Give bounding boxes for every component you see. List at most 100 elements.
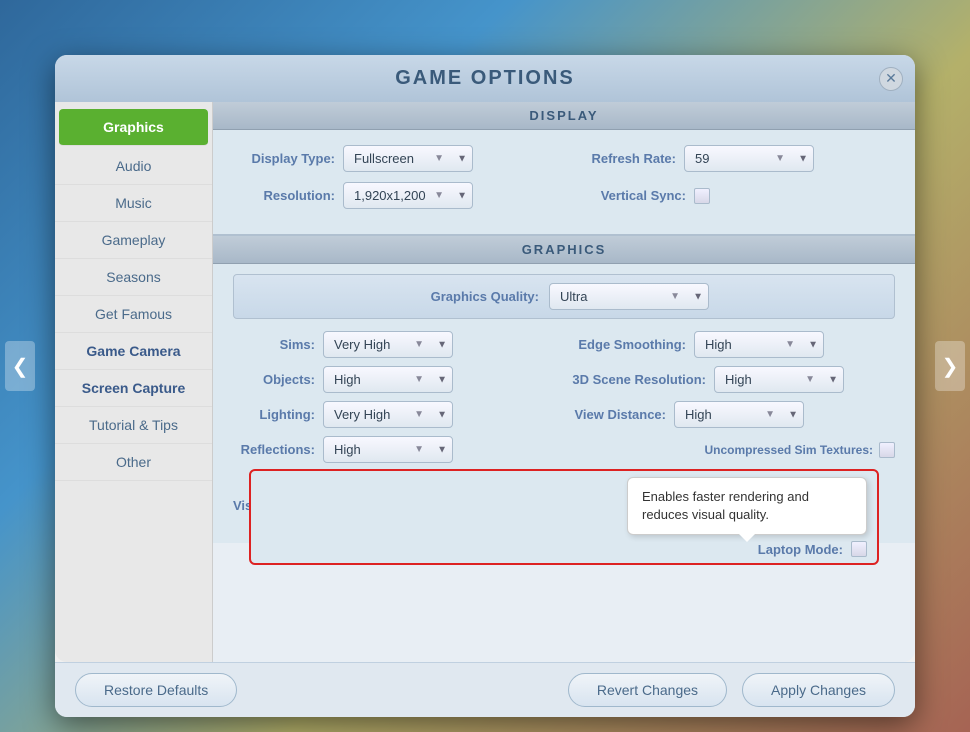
reflections-group: Reflections: High ▼ <box>233 436 453 463</box>
visual-effects-and-tooltip: Enables faster rendering and reduces vis… <box>261 477 867 557</box>
refresh-rate-label: Refresh Rate: <box>574 151 684 166</box>
resolution-select-wrapper[interactable]: 1,920x1,200 ▼ <box>343 182 473 209</box>
resolution-label: Resolution: <box>233 188 343 203</box>
resolution-group: Resolution: 1,920x1,200 ▼ <box>233 182 554 209</box>
sidebar-item-screen-capture[interactable]: Screen Capture <box>55 370 212 407</box>
refresh-rate-group: Refresh Rate: 59 ▼ <box>574 145 895 172</box>
dropdown-arrow-icon: ▼ <box>414 444 424 455</box>
dialog-title-bar: Game Options ✕ <box>55 55 915 102</box>
sidebar-item-game-camera[interactable]: Game Camera <box>55 333 212 370</box>
sidebar-item-graphics[interactable]: Graphics <box>59 109 208 146</box>
refresh-rate-select-wrapper[interactable]: 59 ▼ <box>684 145 814 172</box>
laptop-mode-checkbox[interactable] <box>851 541 867 557</box>
tooltip-row: Enables faster rendering and reduces vis… <box>261 477 867 557</box>
tooltip-container: Enables faster rendering and reduces vis… <box>261 477 867 535</box>
scene-resolution-label: 3D Scene Resolution: <box>569 372 714 387</box>
display-section-header: Display <box>213 102 915 130</box>
reflections-label: Reflections: <box>233 442 323 457</box>
objects-select[interactable]: High ▼ <box>323 366 453 393</box>
graphics-two-col: Sims: Very High ▼ Edge Smoothing: <box>233 331 895 428</box>
reflections-select[interactable]: High ▼ <box>323 436 453 463</box>
scene-resolution-select-wrapper[interactable]: High ▼ <box>714 366 844 393</box>
sidebar-item-gameplay[interactable]: Gameplay <box>55 222 212 259</box>
dropdown-arrow-icon: ▼ <box>805 374 815 385</box>
sidebar-item-other[interactable]: Other <box>55 444 212 481</box>
dialog-title: Game Options <box>75 67 895 90</box>
sidebar-item-seasons[interactable]: Seasons <box>55 259 212 296</box>
refresh-rate-select[interactable]: 59 ▼ <box>684 145 814 172</box>
graphics-settings: Graphics Quality: Ultra ▼ Sims: <box>213 264 915 543</box>
resolution-row: Resolution: 1,920x1,200 ▼ Vertical Sync: <box>233 182 895 209</box>
reflections-select-wrapper[interactable]: High ▼ <box>323 436 453 463</box>
objects-select-wrapper[interactable]: High ▼ <box>323 366 453 393</box>
tooltip-box: Enables faster rendering and reduces vis… <box>627 477 867 535</box>
view-distance-select[interactable]: High ▼ <box>674 401 804 428</box>
graphics-section-header: Graphics <box>213 236 915 264</box>
dropdown-arrow-icon: ▼ <box>775 153 785 164</box>
revert-changes-button[interactable]: Revert Changes <box>568 673 727 707</box>
sims-select[interactable]: Very High ▼ <box>323 331 453 358</box>
footer-right-buttons: Revert Changes Apply Changes <box>568 673 895 707</box>
sidebar-item-tutorial-tips[interactable]: Tutorial & Tips <box>55 407 212 444</box>
quality-select-wrapper[interactable]: Ultra ▼ <box>549 283 709 310</box>
dropdown-arrow-icon: ▼ <box>434 190 444 201</box>
reflections-row: Reflections: High ▼ Uncompressed Sim Tex… <box>233 436 895 463</box>
sims-select-wrapper[interactable]: Very High ▼ <box>323 331 453 358</box>
nav-arrow-right[interactable]: ❯ <box>935 341 965 391</box>
view-distance-label: View Distance: <box>569 407 674 422</box>
nav-arrow-left[interactable]: ❮ <box>5 341 35 391</box>
laptop-mode-label: Laptop Mode: <box>758 542 851 557</box>
apply-changes-button[interactable]: Apply Changes <box>742 673 895 707</box>
edge-smoothing-label: Edge Smoothing: <box>569 337 694 352</box>
edge-smoothing-select-wrapper[interactable]: High ▼ <box>694 331 824 358</box>
quality-label: Graphics Quality: <box>419 289 549 304</box>
game-options-dialog: Game Options ✕ Graphics Audio Music Game… <box>55 55 915 717</box>
display-type-label: Display Type: <box>233 151 343 166</box>
chevron-right-icon: ❯ <box>942 354 959 379</box>
screen-capture-label: Screen Capture <box>82 380 185 396</box>
vertical-sync-label: Vertical Sync: <box>574 188 694 203</box>
lighting-select-wrapper[interactable]: Very High ▼ <box>323 401 453 428</box>
dropdown-arrow-icon: ▼ <box>414 409 424 420</box>
lighting-group: Lighting: Very High ▼ <box>233 401 559 428</box>
view-distance-select-wrapper[interactable]: High ▼ <box>674 401 804 428</box>
view-distance-group: View Distance: High ▼ <box>569 401 895 428</box>
sims-label: Sims: <box>233 337 323 352</box>
sidebar-item-audio[interactable]: Audio <box>55 148 212 185</box>
vertical-sync-checkbox[interactable] <box>694 188 710 204</box>
scene-resolution-group: 3D Scene Resolution: High ▼ <box>569 366 895 393</box>
dropdown-arrow-icon: ▼ <box>785 339 795 350</box>
display-type-row: Display Type: Fullscreen ▼ Refresh Rate: <box>233 145 895 172</box>
edge-smoothing-select[interactable]: High ▼ <box>694 331 824 358</box>
edge-smoothing-group: Edge Smoothing: High ▼ <box>569 331 895 358</box>
sidebar: Graphics Audio Music Gameplay Seasons Ge… <box>55 102 213 662</box>
lighting-select[interactable]: Very High ▼ <box>323 401 453 428</box>
vertical-sync-group: Vertical Sync: <box>574 188 895 204</box>
quality-select[interactable]: Ultra ▼ <box>549 283 709 310</box>
uncompressed-label: Uncompressed Sim Textures: <box>705 443 880 457</box>
objects-label: Objects: <box>233 372 323 387</box>
restore-defaults-button[interactable]: Restore Defaults <box>75 673 237 707</box>
close-button[interactable]: ✕ <box>879 67 903 91</box>
sidebar-item-music[interactable]: Music <box>55 185 212 222</box>
uncompressed-group: Uncompressed Sim Textures: <box>705 442 896 458</box>
scene-resolution-select[interactable]: High ▼ <box>714 366 844 393</box>
display-type-group: Display Type: Fullscreen ▼ <box>233 145 554 172</box>
main-content: Display Display Type: Fullscreen ▼ <box>213 102 915 662</box>
laptop-mode-row: Laptop Mode: <box>261 541 867 557</box>
chevron-left-icon: ❮ <box>12 354 29 379</box>
dialog-body: Graphics Audio Music Gameplay Seasons Ge… <box>55 102 915 662</box>
graphics-quality-row: Graphics Quality: Ultra ▼ <box>233 274 895 319</box>
uncompressed-checkbox[interactable] <box>879 442 895 458</box>
resolution-select[interactable]: 1,920x1,200 ▼ <box>343 182 473 209</box>
dialog-footer: Restore Defaults Revert Changes Apply Ch… <box>55 662 915 717</box>
sidebar-item-get-famous[interactable]: Get Famous <box>55 296 212 333</box>
dropdown-arrow-icon: ▼ <box>670 291 680 302</box>
display-settings: Display Type: Fullscreen ▼ Refresh Rate: <box>213 130 915 236</box>
display-type-select-wrapper[interactable]: Fullscreen ▼ <box>343 145 473 172</box>
dropdown-arrow-icon: ▼ <box>414 374 424 385</box>
game-camera-label: Game Camera <box>86 343 180 359</box>
dropdown-arrow-icon: ▼ <box>414 339 424 350</box>
tooltip-highlight-area: Enables faster rendering and reduces vis… <box>249 469 879 565</box>
display-type-select[interactable]: Fullscreen ▼ <box>343 145 473 172</box>
